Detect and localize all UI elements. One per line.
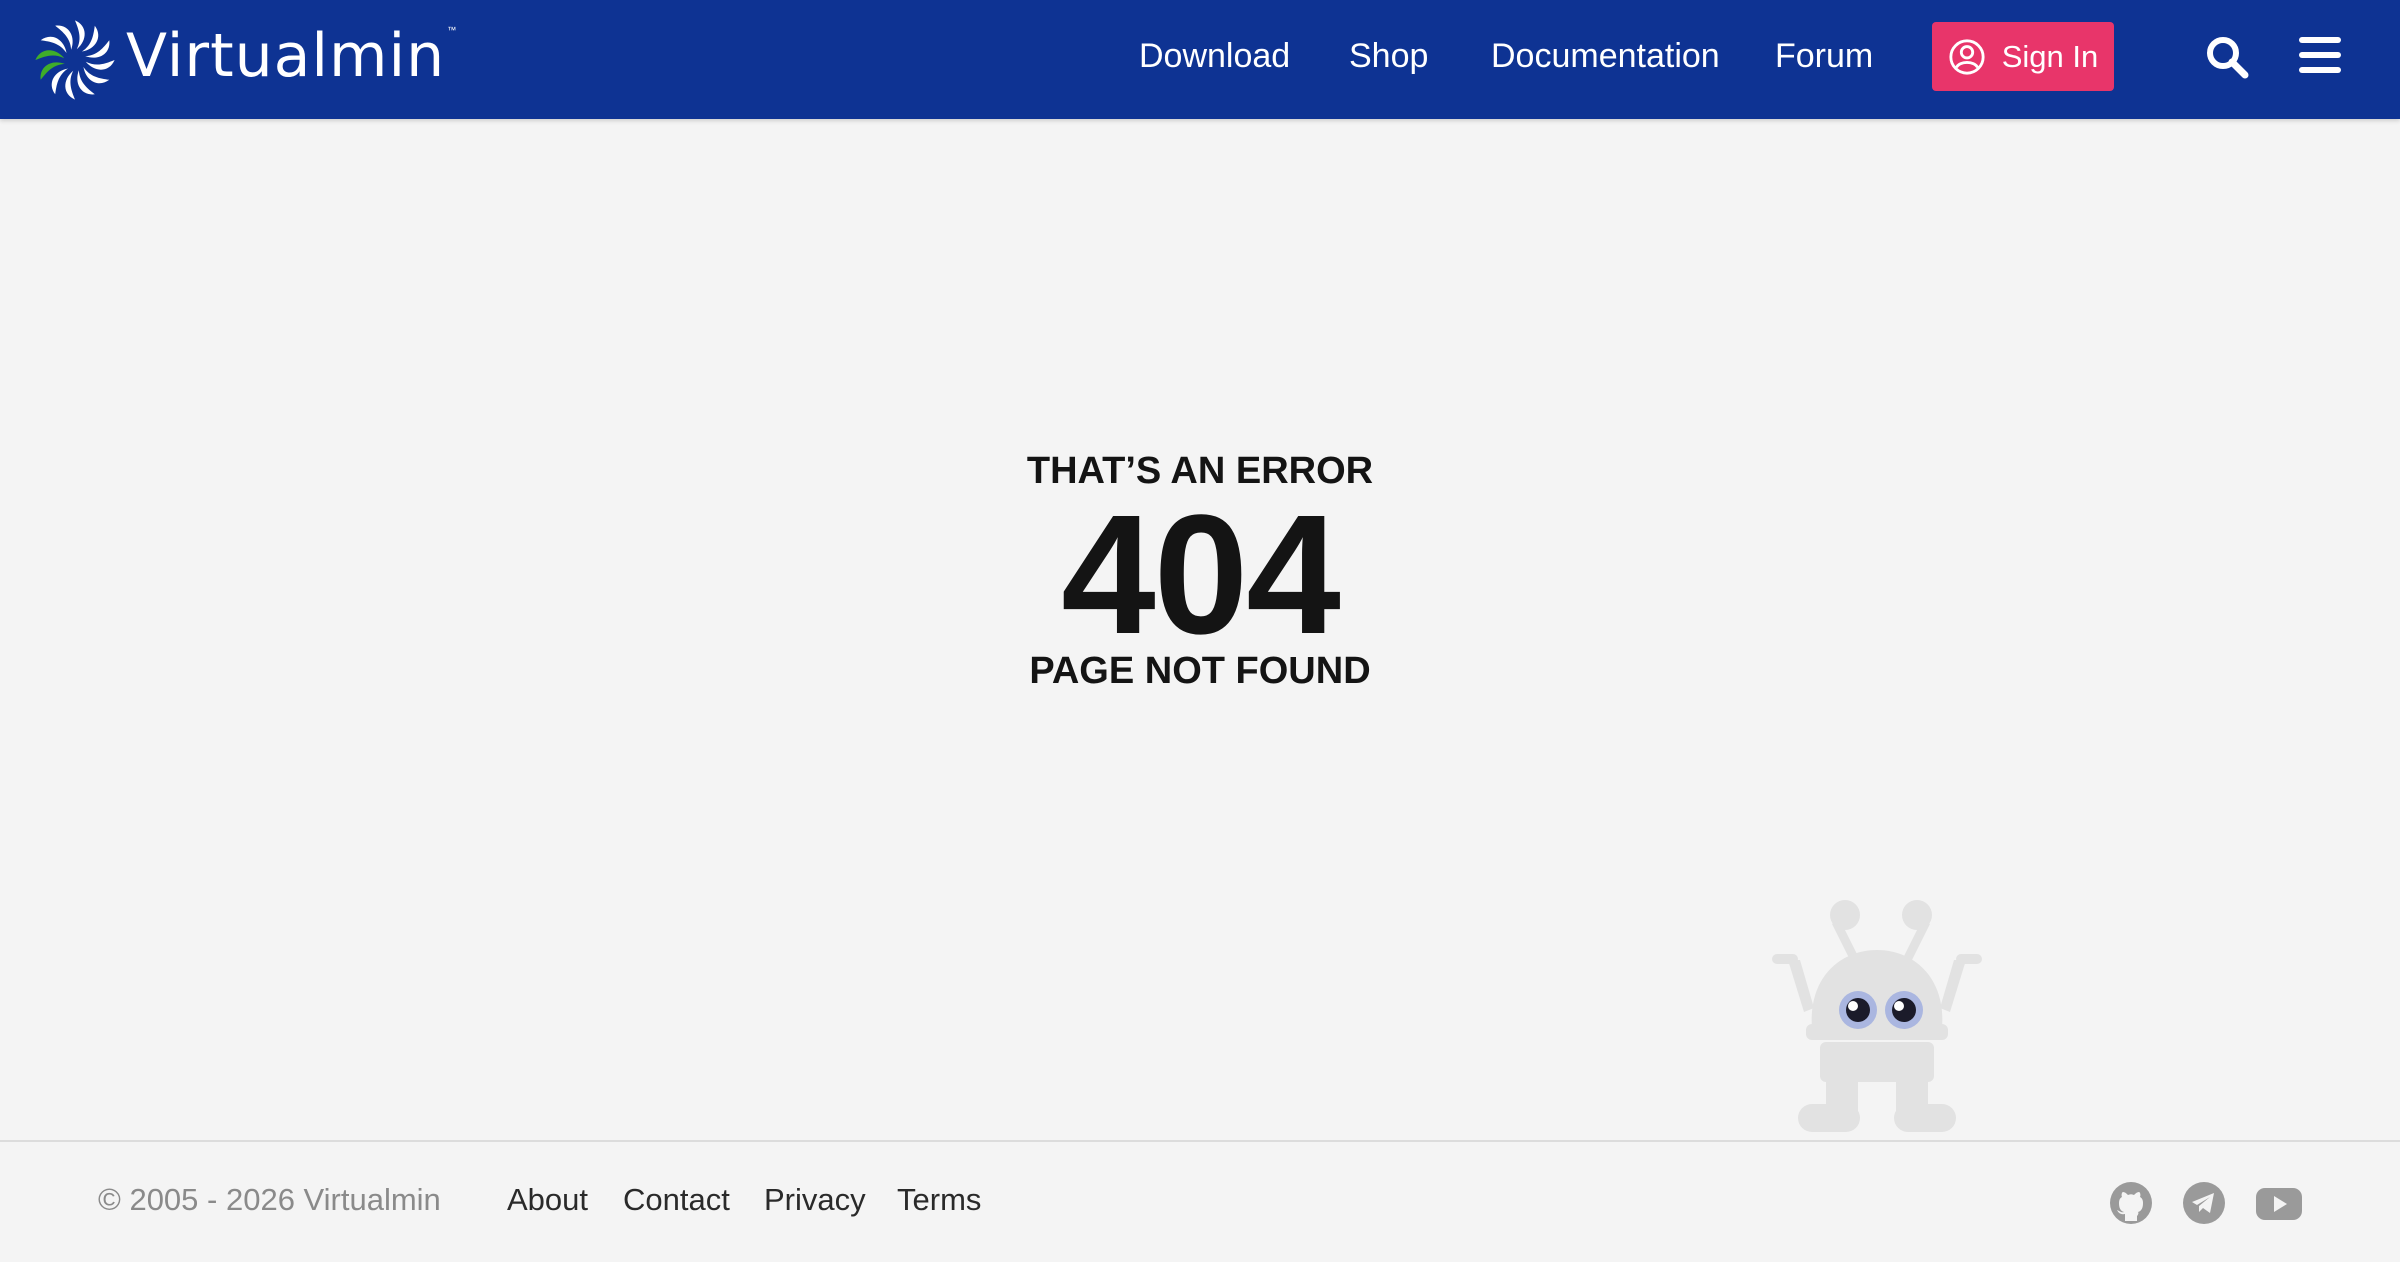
footer-link-privacy[interactable]: Privacy	[764, 1182, 866, 1218]
error-message: PAGE NOT FOUND	[1029, 650, 1371, 692]
nav-download[interactable]: Download	[1139, 34, 1290, 78]
sign-in-label: Sign In	[2001, 38, 2099, 74]
site-header: Virtualmin ™ Download Shop Documentation…	[0, 0, 2400, 119]
footer-link-about[interactable]: About	[507, 1182, 588, 1218]
nav-forum[interactable]: Forum	[1775, 34, 1873, 78]
youtube-icon[interactable]	[2254, 1180, 2304, 1226]
user-circle-icon	[1949, 38, 1985, 75]
footer-link-contact[interactable]: Contact	[623, 1182, 730, 1218]
telegram-icon[interactable]	[2181, 1180, 2227, 1226]
copyright-text: © 2005 - 2026 Virtualmin	[98, 1182, 441, 1217]
footer-link-terms[interactable]: Terms	[897, 1182, 981, 1218]
brand-name: Virtualmin	[126, 21, 446, 91]
error-code: 404	[1061, 480, 1341, 670]
nav-shop[interactable]: Shop	[1349, 34, 1428, 78]
site-footer: © 2005 - 2026 Virtualmin About Contact P…	[0, 1140, 2400, 1262]
nav-documentation[interactable]: Documentation	[1491, 34, 1720, 78]
virtualmin-logo[interactable]: Virtualmin ™	[30, 12, 456, 108]
hamburger-menu-icon[interactable]	[2299, 35, 2341, 75]
virtualmin-swirl-icon	[35, 20, 115, 100]
github-icon[interactable]	[2108, 1180, 2154, 1226]
trademark-symbol: ™	[447, 25, 457, 35]
search-icon[interactable]	[2205, 35, 2249, 79]
sign-in-button[interactable]: Sign In	[1932, 22, 2114, 91]
robot-illustration	[1772, 900, 1982, 1132]
